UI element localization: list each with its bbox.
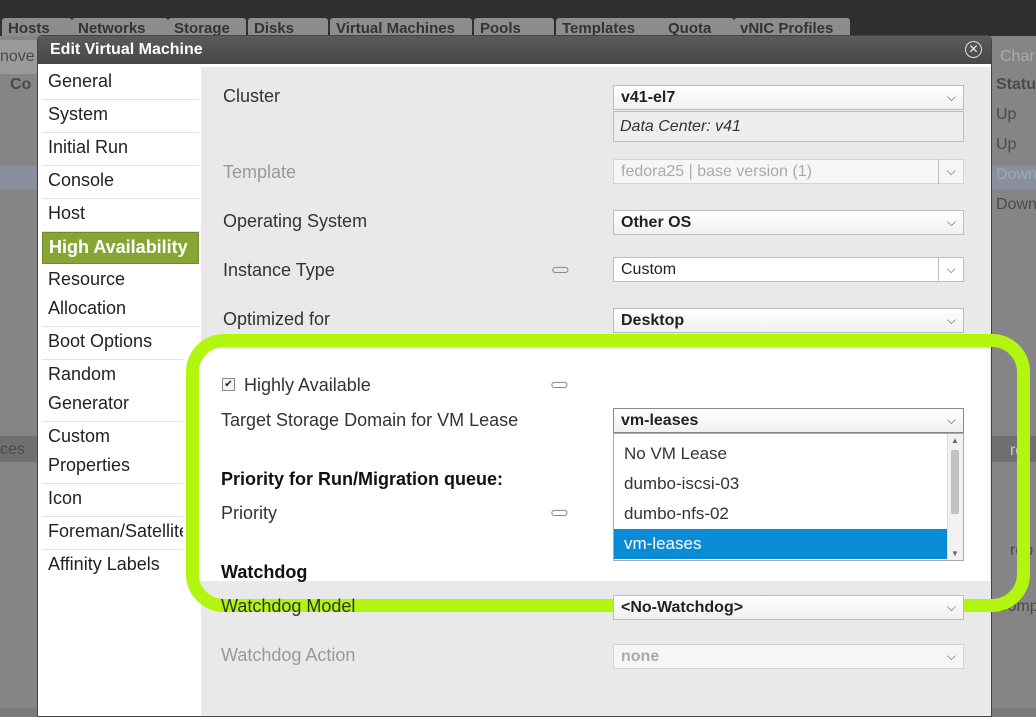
tab-resource[interactable]: Resource [42,265,199,294]
cluster-value: v41-el7 [621,89,676,106]
tab-system[interactable]: System [42,100,199,133]
bg-fragment-status: Status [996,76,1036,93]
bg-fragment-down-2: Down [996,196,1036,213]
highlight-annotation [186,334,1030,612]
tab-host[interactable]: Host [42,199,199,232]
chevron-down-icon: ⌵ [938,257,963,282]
watchdog-model-select[interactable]: <No-Watchdog> ⌵ [613,595,964,620]
os-value: Other OS [621,214,692,231]
bg-fragment-nove: nove [0,48,35,65]
tab-resource-allocation[interactable]: Allocation [42,294,199,327]
tab-custom[interactable]: Custom [42,422,199,451]
chevron-down-icon: ⌵ [946,313,956,327]
tab-foreman-satellite[interactable]: Foreman/Satellite [42,517,199,550]
chain-link-icon[interactable]: ⊂⊃ [551,262,570,278]
tab-high-availability[interactable]: High Availability [42,232,199,264]
template-select: fedora25 | base version (1) ⌵ [613,159,964,184]
chevron-down-icon: ⌵ [946,215,956,229]
bg-fragment-ces: ces [0,441,25,458]
tab-initial-run[interactable]: Initial Run [42,133,199,166]
chevron-down-icon: ⌵ [946,649,956,663]
instance-type-label: Instance Type [223,260,335,280]
watchdog-action-select: none ⌵ [613,644,964,669]
bg-fragment-down-1: Down [996,166,1036,183]
tab-custom-properties[interactable]: Properties [42,451,199,484]
cluster-label: Cluster [223,86,281,106]
dialog-header: Edit Virtual Machine ✕ [38,36,991,64]
tab-icon[interactable]: Icon [42,484,199,517]
optimized-for-value: Desktop [621,312,685,329]
bg-fragment-up-1: Up [996,106,1017,123]
watchdog-model-label: Watchdog Model [221,596,356,616]
watchdog-action-label: Watchdog Action [221,645,356,665]
close-icon[interactable]: ✕ [965,41,982,58]
watchdog-model-value: <No-Watchdog> [621,599,744,616]
dialog-title: Edit Virtual Machine [50,41,203,58]
dialog-tab-list: General System Initial Run Console Host … [40,67,201,716]
tab-affinity-labels[interactable]: Affinity Labels [42,550,199,583]
data-center-info: Data Center: v41 [613,111,964,142]
template-label: Template [223,162,297,182]
os-label: Operating System [223,211,368,231]
cluster-select[interactable]: v41-el7 ⌵ [613,85,964,110]
tab-random-generator[interactable]: Generator [42,389,199,422]
tab-boot-options[interactable]: Boot Options [42,327,199,360]
optimized-for-select[interactable]: Desktop ⌵ [613,308,964,333]
tab-console[interactable]: Console [42,166,199,199]
instance-type-select[interactable]: Custom ⌵ [613,257,964,282]
chevron-down-icon: ⌵ [946,90,956,104]
chevron-down-icon: ⌵ [938,159,963,184]
bg-fragment-co: Co [10,76,32,93]
template-value: fedora25 | base version (1) [621,163,812,180]
watchdog-action-value: none [621,648,660,665]
bg-fragment-up-2: Up [996,136,1017,153]
instance-type-value: Custom [621,261,677,278]
os-select[interactable]: Other OS ⌵ [613,210,964,235]
bg-fragment-char: Char [1000,48,1035,65]
optimized-for-label: Optimized for [223,309,331,329]
tab-random[interactable]: Random [42,360,199,389]
tab-general[interactable]: General [42,67,199,100]
chevron-down-icon: ⌵ [946,600,956,614]
